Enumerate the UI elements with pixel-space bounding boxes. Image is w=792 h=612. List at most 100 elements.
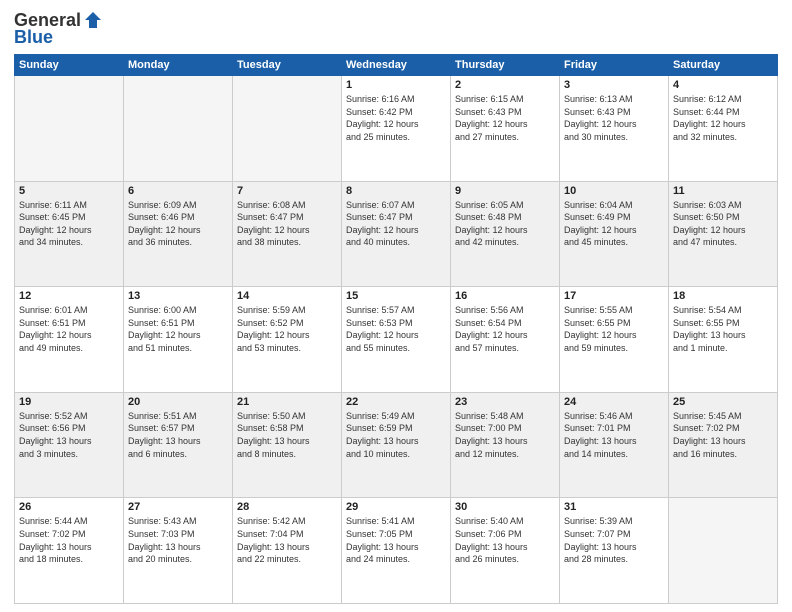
day-cell: 5Sunrise: 6:11 AM Sunset: 6:45 PM Daylig… <box>15 181 124 287</box>
day-number: 11 <box>673 185 773 197</box>
day-number: 23 <box>455 396 555 408</box>
logo: General Blue <box>14 10 103 48</box>
day-cell: 10 Sunrise: 6:04 AM Sunset: 6:49 PM Dayli… <box>560 181 669 287</box>
day-number: 27 <box>128 501 228 513</box>
day-number: 2 <box>455 79 555 91</box>
day-info: Sunrise: 6:08 AM Sunset: 6:47 PM Dayligh… <box>237 199 337 249</box>
header-row: SundayMondayTuesdayWednesdayThursdayFrid… <box>15 55 778 76</box>
day-number: 12 <box>19 290 119 302</box>
col-header-wednesday: Wednesday <box>342 55 451 76</box>
day-number: 30 <box>455 501 555 513</box>
day-info: Sunrise: 5:56 AM Sunset: 6:54 PM Dayligh… <box>455 304 555 354</box>
logo-icon <box>83 10 103 30</box>
day-cell: 11 Sunrise: 6:03 AM Sunset: 6:50 PM Dayli… <box>669 181 778 287</box>
day-info: Sunrise: 6:03 AM Sunset: 6:50 PM Dayligh… <box>673 199 773 249</box>
day-info: Sunrise: 6:13 AM Sunset: 6:43 PM Dayligh… <box>564 93 664 143</box>
col-header-friday: Friday <box>560 55 669 76</box>
day-info: Sunrise: 5:55 AM Sunset: 6:55 PM Dayligh… <box>564 304 664 354</box>
day-number: 10 <box>564 185 664 197</box>
day-cell: 15 Sunrise: 5:57 AM Sunset: 6:53 PM Dayli… <box>342 287 451 393</box>
day-number: 26 <box>19 501 119 513</box>
day-cell: 4 Sunrise: 6:12 AM Sunset: 6:44 PM Daylig… <box>669 76 778 182</box>
day-info: Sunrise: 6:04 AM Sunset: 6:49 PM Dayligh… <box>564 199 664 249</box>
day-number: 25 <box>673 396 773 408</box>
day-cell: 31 Sunrise: 5:39 AM Sunset: 7:07 PM Dayli… <box>560 498 669 604</box>
day-number: 28 <box>237 501 337 513</box>
day-number: 15 <box>346 290 446 302</box>
day-cell <box>15 76 124 182</box>
day-number: 29 <box>346 501 446 513</box>
calendar-table: SundayMondayTuesdayWednesdayThursdayFrid… <box>14 54 778 604</box>
col-header-monday: Monday <box>124 55 233 76</box>
day-number: 20 <box>128 396 228 408</box>
day-cell: 27Sunrise: 5:43 AM Sunset: 7:03 PM Dayli… <box>124 498 233 604</box>
day-info: Sunrise: 5:39 AM Sunset: 7:07 PM Dayligh… <box>564 515 664 565</box>
day-info: Sunrise: 5:41 AM Sunset: 7:05 PM Dayligh… <box>346 515 446 565</box>
day-cell: 16 Sunrise: 5:56 AM Sunset: 6:54 PM Dayli… <box>451 287 560 393</box>
day-cell: 30 Sunrise: 5:40 AM Sunset: 7:06 PM Dayli… <box>451 498 560 604</box>
day-number: 31 <box>564 501 664 513</box>
day-info: Sunrise: 5:42 AM Sunset: 7:04 PM Dayligh… <box>237 515 337 565</box>
day-info: Sunrise: 5:45 AM Sunset: 7:02 PM Dayligh… <box>673 410 773 460</box>
day-cell: 14Sunrise: 5:59 AM Sunset: 6:52 PM Dayli… <box>233 287 342 393</box>
day-info: Sunrise: 5:48 AM Sunset: 7:00 PM Dayligh… <box>455 410 555 460</box>
day-cell: 26 Sunrise: 5:44 AM Sunset: 7:02 PM Dayli… <box>15 498 124 604</box>
day-cell: 7 Sunrise: 6:08 AM Sunset: 6:47 PM Daylig… <box>233 181 342 287</box>
day-cell: 22 Sunrise: 5:49 AM Sunset: 6:59 PM Dayli… <box>342 392 451 498</box>
week-row-2: 5Sunrise: 6:11 AM Sunset: 6:45 PM Daylig… <box>15 181 778 287</box>
day-number: 8 <box>346 185 446 197</box>
day-info: Sunrise: 5:57 AM Sunset: 6:53 PM Dayligh… <box>346 304 446 354</box>
day-cell <box>669 498 778 604</box>
day-info: Sunrise: 6:07 AM Sunset: 6:47 PM Dayligh… <box>346 199 446 249</box>
day-number: 24 <box>564 396 664 408</box>
day-cell: 29 Sunrise: 5:41 AM Sunset: 7:05 PM Dayli… <box>342 498 451 604</box>
day-cell <box>233 76 342 182</box>
week-row-1: 1Sunrise: 6:16 AM Sunset: 6:42 PM Daylig… <box>15 76 778 182</box>
day-cell: 6Sunrise: 6:09 AM Sunset: 6:46 PM Daylig… <box>124 181 233 287</box>
day-info: Sunrise: 5:46 AM Sunset: 7:01 PM Dayligh… <box>564 410 664 460</box>
day-info: Sunrise: 6:00 AM Sunset: 6:51 PM Dayligh… <box>128 304 228 354</box>
col-header-sunday: Sunday <box>15 55 124 76</box>
day-info: Sunrise: 6:15 AM Sunset: 6:43 PM Dayligh… <box>455 93 555 143</box>
day-cell <box>124 76 233 182</box>
day-info: Sunrise: 6:12 AM Sunset: 6:44 PM Dayligh… <box>673 93 773 143</box>
day-number: 9 <box>455 185 555 197</box>
day-cell: 20 Sunrise: 5:51 AM Sunset: 6:57 PM Dayli… <box>124 392 233 498</box>
day-cell: 9Sunrise: 6:05 AM Sunset: 6:48 PM Daylig… <box>451 181 560 287</box>
day-info: Sunrise: 5:59 AM Sunset: 6:52 PM Dayligh… <box>237 304 337 354</box>
day-number: 3 <box>564 79 664 91</box>
day-number: 4 <box>673 79 773 91</box>
day-number: 7 <box>237 185 337 197</box>
header: General Blue <box>14 10 778 48</box>
day-cell: 19 Sunrise: 5:52 AM Sunset: 6:56 PM Dayli… <box>15 392 124 498</box>
day-number: 22 <box>346 396 446 408</box>
day-info: Sunrise: 5:49 AM Sunset: 6:59 PM Dayligh… <box>346 410 446 460</box>
day-number: 19 <box>19 396 119 408</box>
day-cell: 8 Sunrise: 6:07 AM Sunset: 6:47 PM Daylig… <box>342 181 451 287</box>
day-info: Sunrise: 5:44 AM Sunset: 7:02 PM Dayligh… <box>19 515 119 565</box>
logo-blue: Blue <box>14 27 53 48</box>
day-info: Sunrise: 6:09 AM Sunset: 6:46 PM Dayligh… <box>128 199 228 249</box>
day-number: 5 <box>19 185 119 197</box>
day-number: 16 <box>455 290 555 302</box>
day-cell: 25 Sunrise: 5:45 AM Sunset: 7:02 PM Dayli… <box>669 392 778 498</box>
col-header-tuesday: Tuesday <box>233 55 342 76</box>
day-info: Sunrise: 5:40 AM Sunset: 7:06 PM Dayligh… <box>455 515 555 565</box>
page: General Blue SundayMondayTuesdayWednesda… <box>0 0 792 612</box>
day-cell: 3 Sunrise: 6:13 AM Sunset: 6:43 PM Daylig… <box>560 76 669 182</box>
day-info: Sunrise: 6:01 AM Sunset: 6:51 PM Dayligh… <box>19 304 119 354</box>
day-cell: 2 Sunrise: 6:15 AM Sunset: 6:43 PM Daylig… <box>451 76 560 182</box>
day-info: Sunrise: 5:50 AM Sunset: 6:58 PM Dayligh… <box>237 410 337 460</box>
day-number: 21 <box>237 396 337 408</box>
day-info: Sunrise: 5:51 AM Sunset: 6:57 PM Dayligh… <box>128 410 228 460</box>
day-cell: 1Sunrise: 6:16 AM Sunset: 6:42 PM Daylig… <box>342 76 451 182</box>
week-row-4: 19 Sunrise: 5:52 AM Sunset: 6:56 PM Dayli… <box>15 392 778 498</box>
col-header-saturday: Saturday <box>669 55 778 76</box>
day-info: Sunrise: 6:16 AM Sunset: 6:42 PM Dayligh… <box>346 93 446 143</box>
week-row-3: 12 Sunrise: 6:01 AM Sunset: 6:51 PM Dayli… <box>15 287 778 393</box>
day-cell: 13Sunrise: 6:00 AM Sunset: 6:51 PM Dayli… <box>124 287 233 393</box>
week-row-5: 26 Sunrise: 5:44 AM Sunset: 7:02 PM Dayli… <box>15 498 778 604</box>
day-cell: 24 Sunrise: 5:46 AM Sunset: 7:01 PM Dayli… <box>560 392 669 498</box>
day-cell: 17Sunrise: 5:55 AM Sunset: 6:55 PM Dayli… <box>560 287 669 393</box>
day-info: Sunrise: 5:52 AM Sunset: 6:56 PM Dayligh… <box>19 410 119 460</box>
